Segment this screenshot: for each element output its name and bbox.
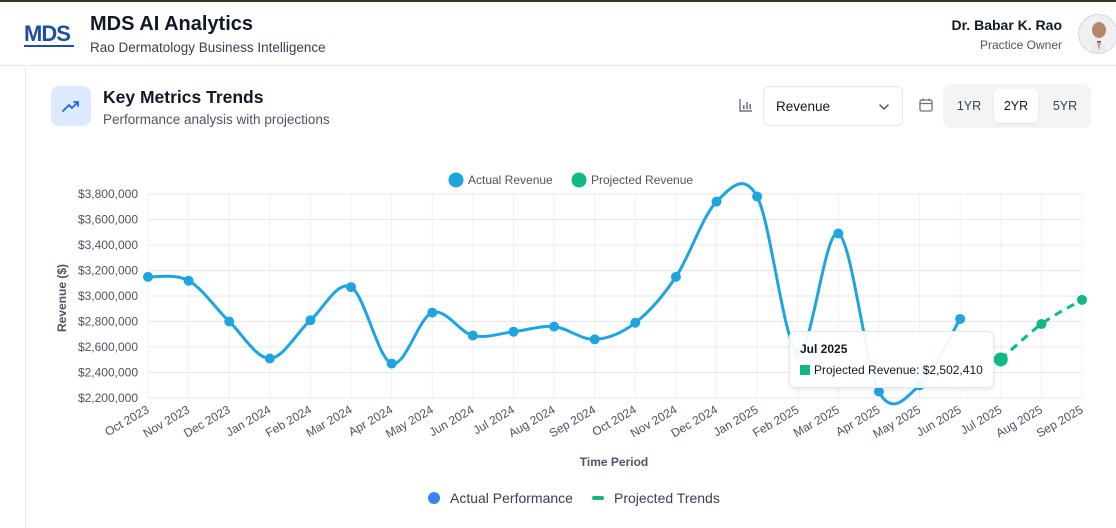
- chevron-down-icon: [879, 104, 889, 110]
- legend-marker: [448, 172, 464, 188]
- point-actual: [427, 307, 438, 318]
- tooltip-row: Projected Revenue: $2,502,410: [800, 363, 983, 377]
- x-tick-label: Jun 2025: [914, 402, 964, 439]
- legend-label: Projected Revenue: [591, 173, 693, 187]
- x-tick-label: Jun 2024: [427, 402, 477, 439]
- x-axis-label: Time Period: [580, 455, 648, 469]
- point-actual: [305, 315, 316, 326]
- point-actual: [224, 316, 235, 327]
- point-projected: [993, 352, 1008, 367]
- point-actual: [711, 196, 722, 207]
- avatar[interactable]: [1078, 14, 1116, 54]
- y-tick-label: $3,600,000: [78, 213, 138, 227]
- card-title: Key Metrics Trends: [103, 87, 264, 107]
- legend-label: Actual Revenue: [468, 173, 553, 187]
- y-tick-label: $3,800,000: [78, 187, 138, 201]
- user-name: Dr. Babar K. Rao: [951, 17, 1062, 33]
- point-actual: [833, 228, 844, 239]
- revenue-line-chart: $2,200,000 $2,400,000 $2,600,000 $2,800,000…: [55, 172, 1087, 469]
- point-projected: [1036, 319, 1047, 330]
- y-tick-label: $3,400,000: [78, 238, 138, 252]
- y-tick-label: $2,800,000: [78, 315, 138, 329]
- period-toggle: 1YR 2YR 5YR: [943, 84, 1091, 128]
- chart-tooltip: Jul 2025 Projected Revenue: $2,502,410: [789, 331, 994, 388]
- legend-actual-label: Actual Performance: [450, 490, 573, 506]
- avatar-image: [1079, 15, 1116, 53]
- bar-chart-icon: [739, 99, 752, 112]
- legend-projected-label: Projected Trends: [614, 490, 720, 506]
- y-axis-label: Revenue ($): [55, 264, 69, 332]
- user-role: Practice Owner: [979, 38, 1062, 52]
- point-actual: [873, 386, 884, 397]
- card-subtitle: Performance analysis with projections: [103, 112, 330, 127]
- x-tick-label: Dec 2023: [181, 402, 233, 440]
- legend-projected-trends[interactable]: Projected Trends: [592, 490, 720, 506]
- x-tick-label: Dec 2024: [669, 402, 721, 440]
- point-actual: [630, 317, 641, 328]
- y-tick-label: $3,000,000: [78, 289, 138, 303]
- x-tick-label: Mar 2025: [791, 402, 842, 440]
- legend-dash-icon: [592, 496, 604, 500]
- point-actual: [264, 353, 275, 364]
- bottom-legend: Actual Performance Projected Trends: [0, 490, 1116, 510]
- x-tick-label: Sep 2024: [547, 402, 599, 440]
- y-axis: $2,200,000 $2,400,000 $2,600,000 $2,800,000…: [78, 187, 138, 405]
- point-projected: [1077, 294, 1087, 305]
- svg-text:MDS: MDS: [24, 21, 70, 46]
- app-subtitle: Rao Dermatology Business Intelligence: [90, 40, 326, 55]
- legend-dot-icon: [428, 492, 440, 504]
- app-header: MDS MDS AI Analytics Rao Dermatology Bus…: [0, 2, 1116, 66]
- tooltip-label: Projected Revenue: $2,502,410: [814, 363, 983, 377]
- x-axis: Oct 2023Nov 2023Dec 2023Jan 2024Feb 2024…: [102, 402, 1085, 441]
- point-actual: [549, 321, 560, 332]
- metric-select[interactable]: Revenue: [763, 86, 903, 126]
- mds-logo: MDS: [24, 21, 74, 47]
- point-actual: [955, 313, 966, 324]
- tooltip-title: Jul 2025: [800, 342, 848, 356]
- point-actual: [346, 282, 357, 293]
- app-title: MDS AI Analytics: [90, 13, 253, 35]
- x-tick-label: Sep 2025: [1034, 402, 1086, 440]
- legend-actual-performance[interactable]: Actual Performance: [428, 490, 573, 506]
- y-tick-label: $3,200,000: [78, 264, 138, 278]
- point-actual: [467, 330, 478, 341]
- legend-marker: [571, 172, 587, 188]
- point-actual: [143, 271, 153, 282]
- x-tick-label: Mar 2024: [304, 402, 355, 440]
- card-icon-tile: [51, 86, 91, 126]
- metric-select-value: Revenue: [776, 99, 831, 114]
- chart-legend: Actual Revenue Projected Revenue: [448, 172, 693, 188]
- y-tick-label: $2,400,000: [78, 366, 138, 380]
- period-tab-2yr[interactable]: 2YR: [994, 89, 1038, 123]
- point-actual: [386, 358, 397, 369]
- point-actual: [183, 275, 194, 286]
- y-tick-label: $2,200,000: [78, 391, 138, 405]
- period-tab-5yr[interactable]: 5YR: [1043, 89, 1087, 123]
- point-actual: [589, 334, 600, 345]
- point-actual: [752, 191, 763, 202]
- y-tick-label: $2,600,000: [78, 340, 138, 354]
- point-actual: [508, 326, 519, 337]
- trending-up-icon: [62, 101, 79, 112]
- tooltip-swatch: [800, 365, 810, 375]
- calendar-icon: [919, 98, 933, 112]
- period-tab-1yr[interactable]: 1YR: [947, 89, 991, 123]
- point-actual: [670, 271, 681, 282]
